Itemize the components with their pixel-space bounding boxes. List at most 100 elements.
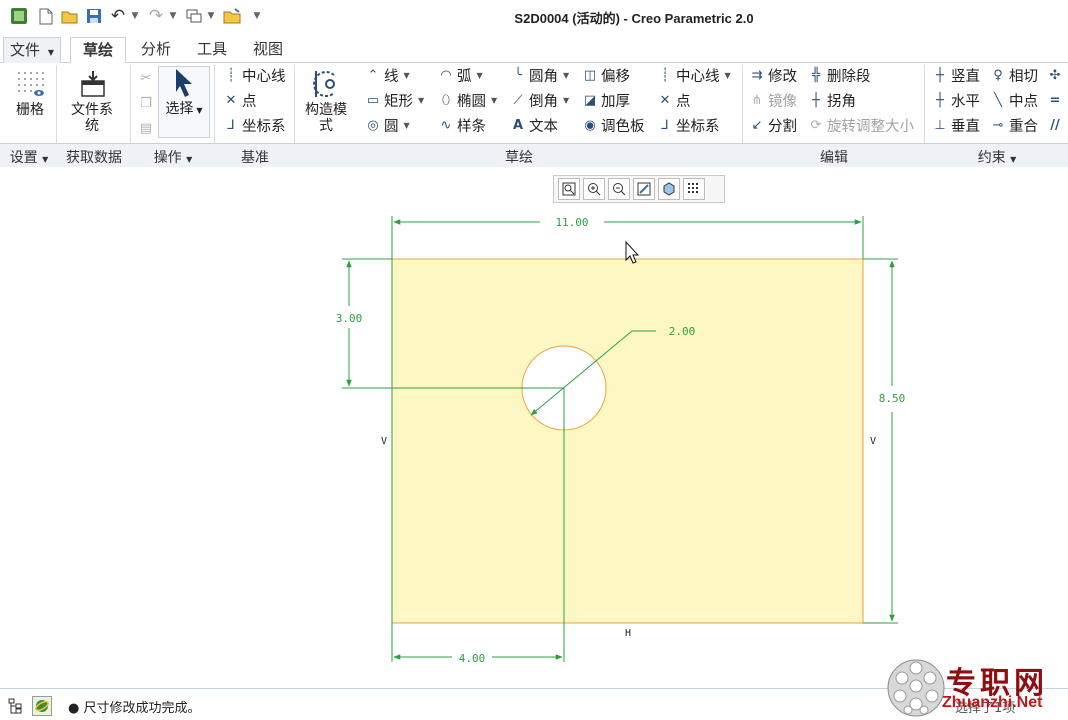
file-system-button[interactable]: 文件系统 — [62, 68, 122, 134]
midpoint-constraint-button[interactable]: ╲ 中点 — [989, 90, 1038, 110]
datum-csys-label: 坐标系 — [242, 118, 286, 135]
group-sketching-label: 草绘 — [505, 150, 533, 166]
ribbon-tabs: 文件 ▼ 草绘 分析 工具 视图 — [0, 37, 1068, 64]
tab-tools[interactable]: 工具 — [186, 37, 238, 63]
text-button[interactable]: A 文本 — [509, 115, 558, 135]
tangent-constraint-button[interactable]: ♀ 相切 — [989, 65, 1038, 85]
fillet-button[interactable]: ╰ 圆角 ▼ — [509, 65, 569, 85]
tab-view-label: 视图 — [252, 40, 283, 58]
tab-file[interactable]: 文件 ▼ — [3, 37, 61, 63]
vertical-constraint-label: 竖直 — [951, 68, 980, 85]
datum-csys-button[interactable]: ⅃ 坐标系 — [222, 115, 286, 135]
group-setup[interactable]: 设置 ▼ — [2, 147, 56, 167]
group-editing-label: 编辑 — [820, 150, 848, 166]
offset-icon: ◫ — [583, 67, 597, 83]
mirror-icon: ⋔ — [751, 92, 763, 108]
point-icon: ✕ — [659, 92, 671, 108]
select-button[interactable]: 选择 ▼ — [158, 66, 210, 138]
chevron-down-icon: ▼ — [42, 155, 49, 164]
equal-constraint-icon[interactable]: = — [1046, 90, 1066, 110]
circle-button[interactable]: ◎ 圆 ▼ — [364, 115, 409, 135]
delete-segment-button[interactable]: ╬ 删除段 — [807, 65, 870, 85]
sketch-csys-button[interactable]: ⅃ 坐标系 — [656, 115, 720, 135]
tangent-icon: ♀ — [993, 67, 1003, 83]
mirror-button[interactable]: ⋔ 镜像 — [748, 90, 797, 110]
thicken-button[interactable]: ◪ 加厚 — [581, 90, 630, 110]
line-button[interactable]: ⌃ 线 ▼ — [364, 65, 410, 85]
vertical-constraint-left[interactable]: V — [381, 436, 387, 447]
datum-point-button[interactable]: ✕ 点 — [222, 90, 257, 110]
midpoint-icon: ╲ — [994, 92, 1002, 108]
chevron-down-icon: ▼ — [418, 95, 425, 105]
point-icon: ✕ — [225, 92, 237, 108]
dimension-hole-diameter[interactable]: 2.00 — [669, 325, 696, 338]
rotate-resize-button[interactable]: ⟳ 旋转调整大小 — [807, 115, 914, 135]
grid-button[interactable]: 栅格 — [8, 68, 52, 118]
datum-centerline-label: 中心线 — [242, 68, 286, 85]
symmetric-constraint-icon[interactable]: ✣ — [1046, 65, 1066, 85]
rotate-resize-label: 旋转调整大小 — [827, 118, 914, 135]
file-system-label: 文件系统 — [71, 102, 113, 134]
chamfer-button[interactable]: ⟋ 倒角 ▼ — [509, 90, 569, 110]
perpendicular-constraint-button[interactable]: ⊥ 垂直 — [931, 115, 980, 135]
dimension-width[interactable]: 11.00 — [555, 216, 588, 229]
tab-file-label: 文件 — [10, 41, 41, 59]
tangent-constraint-label: 相切 — [1009, 68, 1038, 85]
thicken-label: 加厚 — [601, 93, 630, 110]
modify-button[interactable]: ⇉ 修改 — [748, 65, 797, 85]
rectangle-button[interactable]: ▭ 矩形 ▼ — [364, 90, 424, 110]
tab-sketch[interactable]: 草绘 — [70, 37, 126, 64]
perpendicular-icon: ⊥ — [934, 117, 946, 133]
horizontal-constraint-button[interactable]: ┼ 水平 — [931, 90, 980, 110]
offset-button[interactable]: ◫ 偏移 — [581, 65, 630, 85]
text-label: 文本 — [529, 118, 558, 135]
file-system-icon — [76, 68, 108, 100]
group-get-data: 获取数据 — [58, 147, 130, 167]
chevron-down-icon: ▼ — [196, 106, 203, 115]
corner-button[interactable]: ┼ 拐角 — [807, 90, 856, 110]
construction-mode-label: 构造模式 — [305, 102, 347, 134]
datum-centerline-button[interactable]: ┊ 中心线 — [222, 65, 286, 85]
vertical-constraint-right[interactable]: V — [870, 436, 876, 447]
group-constrain[interactable]: 约束 ▼ — [926, 147, 1068, 167]
coincident-constraint-button[interactable]: ⊸ 重合 — [989, 115, 1038, 135]
arc-button[interactable]: ◠ 弧 ▼ — [437, 65, 482, 85]
palette-button[interactable]: ◉ 调色板 — [581, 115, 644, 135]
ellipse-icon: ⬯ — [441, 92, 451, 108]
copy-icon[interactable]: ❐ — [137, 93, 157, 113]
spline-label: 样条 — [457, 118, 486, 135]
cut-icon[interactable]: ✂ — [137, 68, 157, 88]
line-label: 线 — [384, 68, 399, 85]
spline-button[interactable]: ∿ 样条 — [437, 115, 486, 135]
tab-analysis[interactable]: 分析 — [130, 37, 182, 63]
line-icon: ⌃ — [367, 67, 379, 83]
group-operations[interactable]: 操作 ▼ — [132, 147, 214, 167]
sketch-point-button[interactable]: ✕ 点 — [656, 90, 691, 110]
watermark-en: Zhuanzhi.Net — [942, 694, 1043, 711]
corner-icon: ┼ — [812, 92, 820, 108]
dimension-hole-from-top[interactable]: 3.00 — [336, 312, 363, 325]
tab-view[interactable]: 视图 — [242, 37, 294, 63]
horizontal-constraint-bottom[interactable]: H — [625, 628, 631, 639]
sketch-centerline-button[interactable]: ┊ 中心线 ▼ — [656, 65, 731, 85]
sketch-canvas[interactable]: 11.00 8.50 3.00 4.00 2.00 V V H — [0, 168, 1068, 686]
vertical-constraint-button[interactable]: ┼ 竖直 — [931, 65, 980, 85]
rectangle-label: 矩形 — [384, 93, 413, 110]
construction-mode-button[interactable]: 构造模式 — [298, 68, 354, 134]
delete-segment-icon: ╬ — [812, 67, 820, 83]
chamfer-icon: ⟋ — [513, 92, 523, 108]
horizontal-constraint-icon: ┼ — [936, 92, 944, 108]
paste-icon[interactable]: ▤ — [137, 118, 157, 138]
midpoint-constraint-label: 中点 — [1009, 93, 1038, 110]
sketch-rectangle[interactable] — [391, 258, 864, 624]
dimension-hole-from-left[interactable]: 4.00 — [459, 652, 486, 665]
status-message: ● 尺寸修改成功完成。 — [68, 701, 201, 716]
dimension-height[interactable]: 8.50 — [879, 392, 906, 405]
rectangle-icon: ▭ — [366, 92, 380, 108]
browser-toggle-icon[interactable] — [32, 696, 52, 716]
sketch-csys-label: 坐标系 — [676, 118, 720, 135]
parallel-constraint-icon[interactable]: // — [1046, 115, 1066, 135]
model-tree-toggle-icon[interactable] — [6, 696, 26, 716]
ellipse-button[interactable]: ⬯ 椭圆 ▼ — [437, 90, 497, 110]
divide-button[interactable]: ↙ 分割 — [748, 115, 797, 135]
